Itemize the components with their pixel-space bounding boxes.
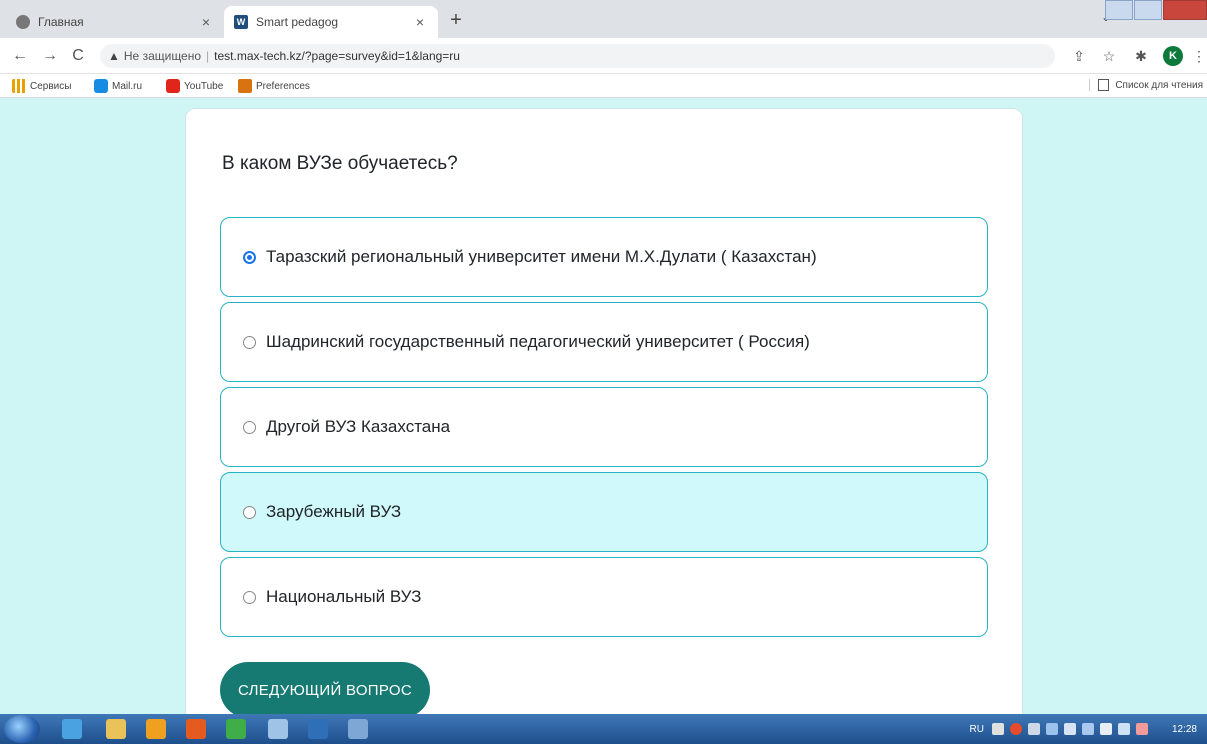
network-icon[interactable] [1135, 723, 1148, 735]
reading-list-icon [1098, 79, 1110, 91]
option-label: Другой ВУЗ Казахстана [266, 417, 451, 436]
option-label: Национальный ВУЗ [266, 587, 422, 606]
radio-button[interactable] [243, 590, 256, 604]
taskbar: RU 12:28 [0, 714, 1207, 744]
back-button[interactable]: ← [10, 46, 30, 66]
bookmark-youtube[interactable]: YouTube [166, 79, 223, 93]
tray-window-icon[interactable] [1063, 723, 1076, 735]
question-title: В каком ВУЗе обучаетесь? [222, 153, 458, 174]
tab-title: Smart pedagog [256, 15, 339, 29]
radio-button[interactable] [243, 335, 256, 349]
firefox-icon[interactable] [186, 719, 206, 739]
tray-doc-icon[interactable] [1027, 723, 1040, 735]
bookmark-label: Preferences [256, 80, 310, 92]
warning-icon: ▲ [108, 49, 120, 63]
option-label: Зарубежный ВУЗ [266, 502, 402, 521]
globe-icon [16, 15, 30, 29]
divider: | [206, 49, 210, 63]
page-content: В каком ВУЗе обучаетесь? Таразский регио… [0, 98, 1207, 714]
answer-option-1[interactable]: Таразский региональный университет имени… [220, 217, 988, 297]
share-icon[interactable]: ⇪ [1070, 47, 1088, 65]
bookmarks-bar: Сервисы Mail.ru YouTube Preferences Спис… [0, 74, 1207, 98]
tray-app-icon[interactable] [1009, 723, 1022, 735]
bookmark-label: YouTube [184, 80, 224, 92]
survey-card: В каком ВУЗе обучаетесь? Таразский регио… [185, 108, 1023, 714]
answer-option-4[interactable]: Зарубежный ВУЗ [220, 472, 988, 552]
star-icon[interactable]: ☆ [1100, 47, 1118, 65]
avatar[interactable]: K [1163, 46, 1183, 66]
signal-icon[interactable] [1117, 723, 1130, 735]
radio-button[interactable] [243, 250, 256, 264]
site-favicon-icon: W [234, 15, 248, 29]
clock[interactable]: 12:28 [1172, 724, 1197, 735]
chrome-icon[interactable] [226, 719, 246, 739]
reading-list-label: Список для чтения [1115, 79, 1203, 91]
bookmark-label: Сервисы [30, 80, 72, 92]
mailru-icon [94, 79, 108, 93]
tray-arrow-icon[interactable] [991, 723, 1004, 735]
option-label: Таразский региональный университет имени… [266, 247, 817, 266]
next-question-button[interactable]: СЛЕДУЮЩИЙ ВОПРОС [220, 662, 430, 714]
folder-icon[interactable] [106, 719, 126, 739]
bookmark-label: Mail.ru [112, 80, 143, 92]
answer-option-2[interactable]: Шадринский государственный педагогически… [220, 302, 988, 382]
app-icon[interactable] [348, 719, 368, 739]
address-bar[interactable]: ▲ Не защищено | test.max-tech.kz/?page=s… [100, 44, 1055, 68]
answer-option-3[interactable]: Другой ВУЗ Казахстана [220, 387, 988, 467]
tab-strip: Главная × W Smart pedagog × + ⌄ [0, 0, 1207, 38]
minimize-button[interactable] [1105, 0, 1133, 20]
reload-button[interactable]: C [68, 46, 88, 66]
bookmark-services[interactable]: Сервисы [12, 79, 71, 93]
forward-button[interactable]: → [40, 46, 60, 66]
bookmark-preferences[interactable]: Preferences [238, 79, 310, 93]
maximize-button[interactable] [1134, 0, 1162, 20]
close-icon[interactable]: × [412, 14, 428, 30]
media-icon[interactable] [146, 719, 166, 739]
tab-home[interactable]: Главная × [6, 6, 224, 38]
url-text: test.max-tech.kz/?page=survey&id=1&lang=… [214, 49, 460, 63]
radio-button[interactable] [243, 505, 256, 519]
start-button[interactable] [4, 715, 40, 743]
tab-smart-pedagog[interactable]: W Smart pedagog × [224, 6, 438, 38]
close-icon[interactable]: × [198, 14, 214, 30]
answer-option-5[interactable]: Национальный ВУЗ [220, 557, 988, 637]
window-controls [1104, 0, 1207, 22]
radio-button[interactable] [243, 420, 256, 434]
ie-icon[interactable] [62, 719, 82, 739]
apps-grid-icon [12, 79, 26, 93]
reading-list-button[interactable]: Список для чтения [1089, 79, 1203, 91]
option-label: Шадринский государственный педагогически… [266, 332, 810, 351]
browser-toolbar: ← → C ▲ Не защищено | test.max-tech.kz/?… [0, 38, 1207, 74]
word-icon[interactable] [308, 719, 328, 739]
language-indicator[interactable]: RU [970, 724, 984, 735]
preferences-icon [238, 79, 252, 93]
window-close-button[interactable] [1163, 0, 1207, 20]
extensions-icon[interactable]: ✱ [1132, 47, 1150, 65]
security-label: Не защищено [123, 49, 202, 63]
bookmark-mailru[interactable]: Mail.ru [94, 79, 142, 93]
network-app-icon[interactable] [268, 719, 288, 739]
bluetooth-icon[interactable] [1045, 723, 1058, 735]
youtube-icon [166, 79, 180, 93]
menu-icon[interactable]: ⋮ [1190, 47, 1207, 65]
system-tray: RU 12:28 [960, 714, 1207, 744]
tray-device-icon[interactable] [1081, 723, 1094, 735]
volume-icon[interactable] [1099, 723, 1112, 735]
tab-title: Главная [38, 15, 84, 29]
new-tab-button[interactable]: + [444, 8, 468, 32]
